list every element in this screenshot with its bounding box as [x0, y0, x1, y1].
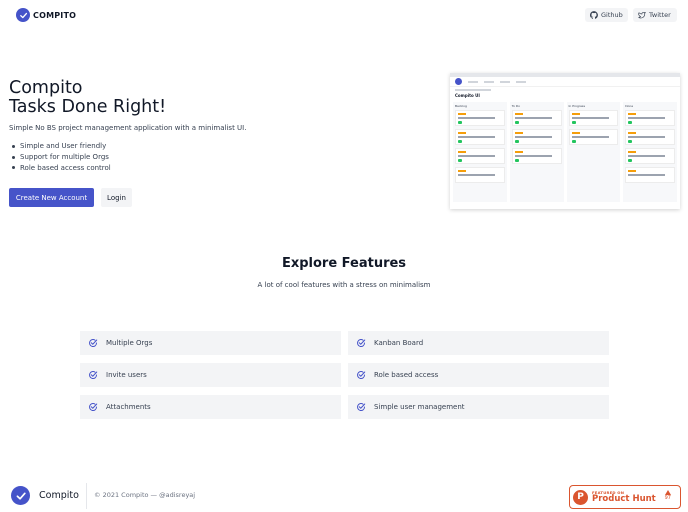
create-account-button[interactable]: Create New Account — [9, 188, 94, 207]
bullet-text: Role based access control — [20, 163, 111, 172]
preview-task-card — [625, 167, 675, 183]
feature-card-attachments: Attachments — [80, 395, 341, 419]
product-hunt-name: Product Hunt — [592, 494, 656, 504]
hero-title-line1: Compito — [9, 78, 83, 98]
hero-title-line2: Tasks Done Right! — [9, 97, 167, 117]
preview-column: To Do — [509, 102, 564, 202]
bullet-dot-icon — [12, 155, 15, 159]
preview-nav-item — [468, 80, 478, 83]
check-circle-icon — [89, 339, 98, 347]
product-hunt-logo-icon: P — [573, 489, 588, 505]
preview-task-card — [511, 110, 562, 126]
feature-bullet-list: Simple and User friendly Support for mul… — [12, 141, 111, 173]
preview-column-title: Backlog — [455, 104, 467, 108]
feature-card-multiple-orgs: Multiple Orgs — [80, 331, 341, 355]
preview-nav-item — [516, 80, 526, 83]
bullet-dot-icon — [12, 166, 15, 170]
preview-nav-item — [500, 80, 510, 83]
product-hunt-vote-count: 97 — [664, 495, 671, 501]
github-button[interactable]: Github — [585, 8, 628, 22]
app-preview-image: Compito UI Backlog To Do In Progress Don… — [450, 73, 680, 209]
feature-card-role-based-access: Role based access — [348, 363, 609, 387]
github-label: Github — [601, 11, 623, 19]
check-circle-icon — [357, 403, 366, 411]
product-hunt-badge[interactable]: P FEATURED ON Product Hunt 97 — [569, 485, 681, 509]
feature-label: Invite users — [106, 371, 147, 379]
preview-board-header: Compito UI — [450, 87, 680, 100]
footer-brand-name: Compito — [39, 490, 79, 501]
bullet-item: Support for multiple Orgs — [12, 152, 111, 163]
twitter-icon — [638, 12, 646, 19]
bullet-item: Role based access control — [12, 163, 111, 174]
twitter-button[interactable]: Twitter — [633, 8, 677, 22]
check-circle-icon — [89, 403, 98, 411]
preview-task-card — [568, 129, 619, 145]
feature-label: Multiple Orgs — [106, 339, 153, 347]
preview-task-card — [455, 148, 505, 164]
brand-logo[interactable]: COMPITO — [16, 8, 76, 22]
preview-column-title: In Progress — [568, 104, 586, 108]
bullet-text: Support for multiple Orgs — [20, 152, 109, 161]
feature-label: Role based access — [374, 371, 439, 379]
preview-column-title: Done — [625, 104, 634, 108]
footer-divider — [86, 483, 87, 509]
feature-card-kanban-board: Kanban Board — [348, 331, 609, 355]
features-title: Explore Features — [281, 256, 407, 271]
preview-column: In Progress — [566, 102, 621, 202]
footer-copyright[interactable]: © 2021 Compito — @adisreyaj — [94, 491, 195, 499]
preview-task-card — [568, 110, 619, 126]
check-circle-icon — [357, 339, 366, 347]
preview-kanban-columns: Backlog To Do In Progress Done — [450, 100, 680, 204]
preview-breadcrumb — [455, 89, 491, 91]
bullet-item: Simple and User friendly — [12, 141, 111, 152]
twitter-label: Twitter — [649, 11, 671, 19]
product-hunt-votes: 97 — [665, 490, 671, 501]
preview-column: Backlog — [453, 102, 507, 202]
check-circle-icon — [357, 371, 366, 379]
feature-card-invite-users: Invite users — [80, 363, 341, 387]
preview-task-card — [455, 167, 505, 183]
preview-task-card — [455, 110, 505, 126]
preview-column-title: To Do — [511, 104, 521, 108]
preview-column: Done — [623, 102, 677, 202]
check-circle-icon — [89, 371, 98, 379]
feature-label: Simple user management — [374, 403, 465, 411]
bullet-text: Simple and User friendly — [20, 142, 107, 150]
product-hunt-text: FEATURED ON Product Hunt — [592, 490, 656, 504]
feature-label: Attachments — [106, 403, 151, 411]
preview-task-card — [511, 148, 562, 164]
logo-check-icon — [16, 8, 30, 22]
preview-task-card — [455, 129, 505, 145]
preview-board-title: Compito UI — [455, 93, 480, 98]
login-button[interactable]: Login — [101, 188, 132, 207]
footer-logo-icon — [11, 486, 30, 505]
hero-subtitle: Simple No BS project management applicat… — [9, 124, 247, 132]
github-icon — [590, 11, 598, 19]
preview-task-card — [625, 129, 675, 145]
hero-title: Compito Tasks Done Right! — [9, 79, 166, 117]
preview-task-card — [625, 148, 675, 164]
feature-label: Kanban Board — [374, 339, 424, 347]
features-subtitle: A lot of cool features with a stress on … — [257, 281, 431, 289]
preview-task-card — [625, 110, 675, 126]
preview-logo-icon — [455, 78, 462, 85]
feature-card-simple-user-management: Simple user management — [348, 395, 609, 419]
preview-navbar — [450, 77, 680, 87]
preview-task-card — [511, 129, 562, 145]
brand-name: COMPITO — [33, 10, 77, 20]
preview-nav-item — [484, 80, 494, 83]
bullet-dot-icon — [12, 144, 15, 148]
